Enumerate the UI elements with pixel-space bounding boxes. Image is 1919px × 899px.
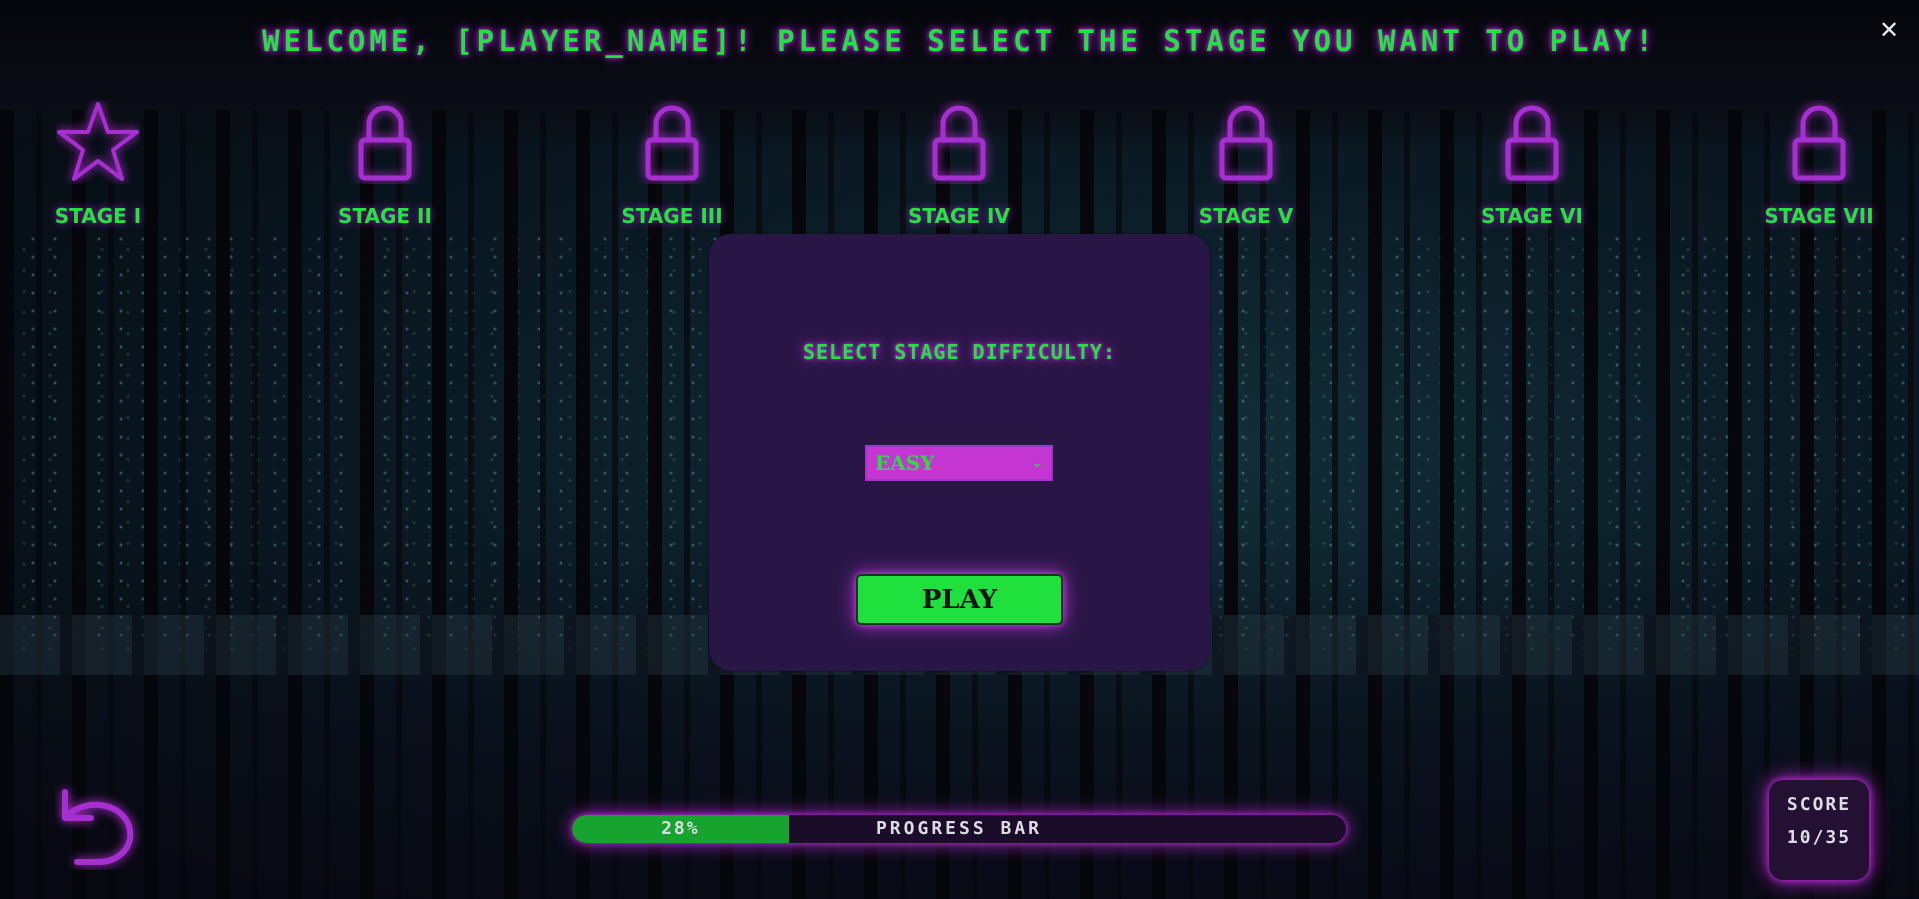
progress-label: PROGRESS BAR bbox=[875, 818, 1043, 839]
dialog-title: SELECT STAGE DIFFICULTY: bbox=[803, 340, 1116, 364]
score-title: SCORE bbox=[1786, 794, 1852, 815]
stage-label: STAGE III bbox=[621, 204, 723, 228]
stage-selector: STAGE I STAGE II STAGE III STAGE IV STAG… bbox=[0, 100, 1919, 240]
stage-label: STAGE V bbox=[1198, 204, 1294, 228]
difficulty-select[interactable]: EASY ⌄ bbox=[865, 445, 1053, 481]
stage-label: STAGE IV bbox=[908, 204, 1010, 228]
lock-icon bbox=[358, 105, 412, 181]
stage-item-1[interactable]: STAGE I bbox=[28, 100, 168, 228]
play-button[interactable]: PLAY bbox=[856, 574, 1063, 625]
stage-item-2[interactable]: STAGE II bbox=[315, 100, 455, 228]
stage-label: STAGE I bbox=[54, 204, 142, 228]
close-button[interactable]: ✕ bbox=[1875, 16, 1903, 44]
stage-item-3[interactable]: STAGE III bbox=[602, 100, 742, 228]
stage-label: STAGE VII bbox=[1764, 204, 1874, 228]
lock-icon bbox=[1505, 105, 1559, 181]
stage-label: STAGE VI bbox=[1481, 204, 1583, 228]
lock-icon bbox=[1219, 105, 1273, 181]
lock-icon bbox=[645, 105, 699, 181]
stage-item-5[interactable]: STAGE V bbox=[1176, 100, 1316, 228]
progress-bar: 28% PROGRESS BAR bbox=[572, 815, 1346, 843]
score-value: 10/35 bbox=[1786, 827, 1852, 848]
close-icon: ✕ bbox=[1878, 16, 1900, 44]
lock-icon bbox=[1792, 105, 1846, 181]
chevron-down-icon: ⌄ bbox=[1031, 455, 1043, 471]
star-icon bbox=[57, 102, 139, 181]
undo-arrow-icon bbox=[62, 789, 134, 865]
stage-label: STAGE II bbox=[338, 204, 432, 228]
back-button[interactable] bbox=[55, 780, 145, 870]
stage-item-4[interactable]: STAGE IV bbox=[889, 100, 1029, 228]
score-panel: SCORE 10/35 bbox=[1769, 780, 1869, 880]
difficulty-select-value: EASY bbox=[875, 451, 935, 475]
difficulty-dialog: SELECT STAGE DIFFICULTY: EASY ⌄ PLAY bbox=[709, 234, 1210, 671]
stage-item-7[interactable]: STAGE VII bbox=[1749, 100, 1889, 228]
stage-item-6[interactable]: STAGE VI bbox=[1462, 100, 1602, 228]
page-title: WELCOME, [PLAYER_NAME]! PLEASE SELECT TH… bbox=[262, 24, 1657, 58]
lock-icon bbox=[932, 105, 986, 181]
